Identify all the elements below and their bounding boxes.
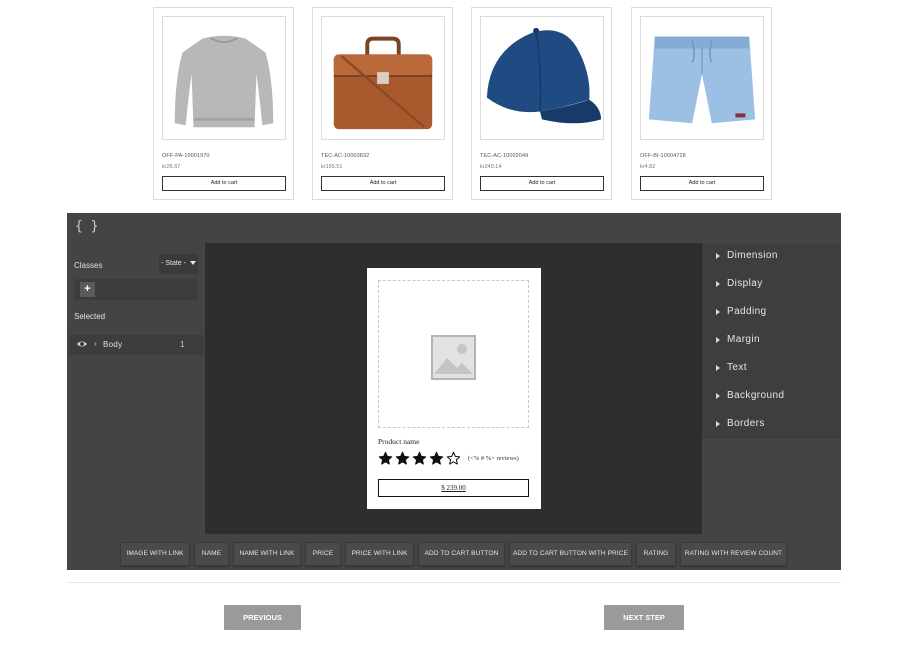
block-add-to-cart-button-with-price[interactable]: ADD TO CART BUTTON WITH PRICE	[509, 542, 632, 566]
previous-button[interactable]: PREVIOUS	[224, 605, 301, 630]
caret-right-icon	[716, 393, 720, 399]
style-sector-label: Display	[727, 278, 763, 289]
image-placeholder-icon	[431, 335, 476, 380]
caret-down-icon	[189, 261, 196, 266]
star-filled-icon	[378, 452, 393, 465]
state-select[interactable]: - State -	[159, 254, 198, 274]
review-count: (<% # %> reviews)	[468, 455, 519, 462]
selected-label: Selected	[74, 312, 106, 321]
classes-label: Classes	[74, 261, 103, 270]
page: OFF-PA-10001970 kr26.67 Add to cart TEC-…	[0, 0, 898, 653]
product-card: TEC-AC-10003832 kr155.51 Add to cart	[312, 7, 453, 200]
product-sku: OFF-PA-10001970	[162, 153, 210, 159]
style-sector-label: Borders	[727, 418, 765, 429]
style-sector-label: Text	[727, 362, 747, 373]
blocks-bar: IMAGE WITH LINK NAME NAME WITH LINK PRICE PR…	[67, 534, 841, 570]
caret-right-icon	[716, 281, 720, 287]
preview-product-name[interactable]: Product name	[378, 437, 419, 446]
star-filled-icon	[429, 452, 444, 465]
block-rating-with-review-count[interactable]: RATING WITH REVIEW COUNT	[680, 542, 787, 566]
product-image-briefcase[interactable]	[321, 16, 445, 140]
product-image-placeholder[interactable]	[378, 280, 529, 428]
add-class-button[interactable]: +	[80, 282, 95, 297]
style-manager-panel: Dimension Display Padding Margin Text Backgro…	[702, 243, 841, 439]
star-filled-icon	[412, 452, 427, 465]
caret-right-icon	[716, 337, 720, 343]
editor-canvas[interactable]: Product name (<% # %> reviews) $ 239.00	[205, 243, 702, 534]
style-sector-borders[interactable]: Borders	[702, 411, 841, 438]
caret-right-icon	[716, 309, 720, 315]
divider	[67, 582, 841, 583]
star-filled-icon	[395, 452, 410, 465]
style-sector-background[interactable]: Background	[702, 383, 841, 410]
style-sector-label: Dimension	[727, 250, 778, 261]
style-sector-label: Margin	[727, 334, 760, 345]
product-card: OFF-BI-10004728 kr4.82 Add to cart	[631, 7, 772, 200]
product-image-sweater[interactable]	[162, 16, 286, 140]
style-sector-dimension[interactable]: Dimension	[702, 243, 841, 270]
rating-stars[interactable]	[378, 450, 463, 468]
product-card: TEC-AC-10002049 kr249.14 Add to cart	[471, 7, 612, 200]
style-sector-label: Padding	[727, 306, 767, 317]
block-add-to-cart-button[interactable]: ADD TO CART BUTTON	[418, 542, 505, 566]
style-sector-text[interactable]: Text	[702, 355, 841, 382]
add-to-cart-button[interactable]: Add to cart	[640, 176, 764, 191]
product-price: kr249.14	[480, 164, 502, 170]
product-image-cap[interactable]	[480, 16, 604, 140]
classes-tag-field[interactable]: +	[74, 279, 198, 300]
product-price: kr4.82	[640, 164, 656, 170]
style-sector-padding[interactable]: Padding	[702, 299, 841, 326]
state-select-value: - State -	[161, 260, 186, 267]
layer-count: 1	[180, 340, 185, 349]
caret-right-icon	[716, 253, 720, 259]
product-sku: TEC-AC-10003832	[321, 153, 370, 159]
product-sku: OFF-BI-10004728	[640, 153, 686, 159]
product-price: kr26.67	[162, 164, 181, 170]
layer-name: Body	[103, 340, 123, 349]
block-rating[interactable]: RATING	[636, 542, 676, 566]
template-editor: { } Classes - State - + Selected › Body …	[67, 213, 841, 570]
chevron-right-icon[interactable]: ›	[94, 339, 97, 348]
add-to-cart-button[interactable]: Add to cart	[480, 176, 604, 191]
code-icon[interactable]: { }	[75, 219, 98, 234]
caret-right-icon	[716, 365, 720, 371]
block-image-with-link[interactable]: IMAGE WITH LINK	[120, 542, 190, 566]
block-price[interactable]: PRICE	[305, 542, 341, 566]
product-price: kr155.51	[321, 164, 343, 170]
block-name[interactable]: NAME	[194, 542, 229, 566]
selector-manager-panel: Classes - State - + Selected › Body 1	[67, 243, 205, 534]
add-to-cart-button[interactable]: Add to cart	[162, 176, 286, 191]
style-sector-display[interactable]: Display	[702, 271, 841, 298]
product-card: OFF-PA-10001970 kr26.67 Add to cart	[153, 7, 294, 200]
next-step-button[interactable]: NEXT STEP	[604, 605, 684, 630]
block-price-with-link[interactable]: PRICE WITH LINK	[345, 542, 414, 566]
product-grid: OFF-PA-10001970 kr26.67 Add to cart TEC-…	[153, 7, 773, 200]
block-name-with-link[interactable]: NAME WITH LINK	[233, 542, 301, 566]
style-sector-label: Background	[727, 390, 785, 401]
eye-icon[interactable]	[76, 338, 88, 350]
canvas-frame[interactable]: Product name (<% # %> reviews) $ 239.00	[367, 268, 541, 509]
editor-toolbar: { }	[67, 213, 841, 243]
style-sector-margin[interactable]: Margin	[702, 327, 841, 354]
preview-price-button[interactable]: $ 239.00	[378, 479, 529, 497]
star-empty-icon	[446, 452, 461, 465]
product-sku: TEC-AC-10002049	[480, 153, 529, 159]
caret-right-icon	[716, 421, 720, 427]
layer-item-body[interactable]: › Body 1	[69, 335, 203, 355]
product-image-shorts[interactable]	[640, 16, 764, 140]
add-to-cart-button[interactable]: Add to cart	[321, 176, 445, 191]
